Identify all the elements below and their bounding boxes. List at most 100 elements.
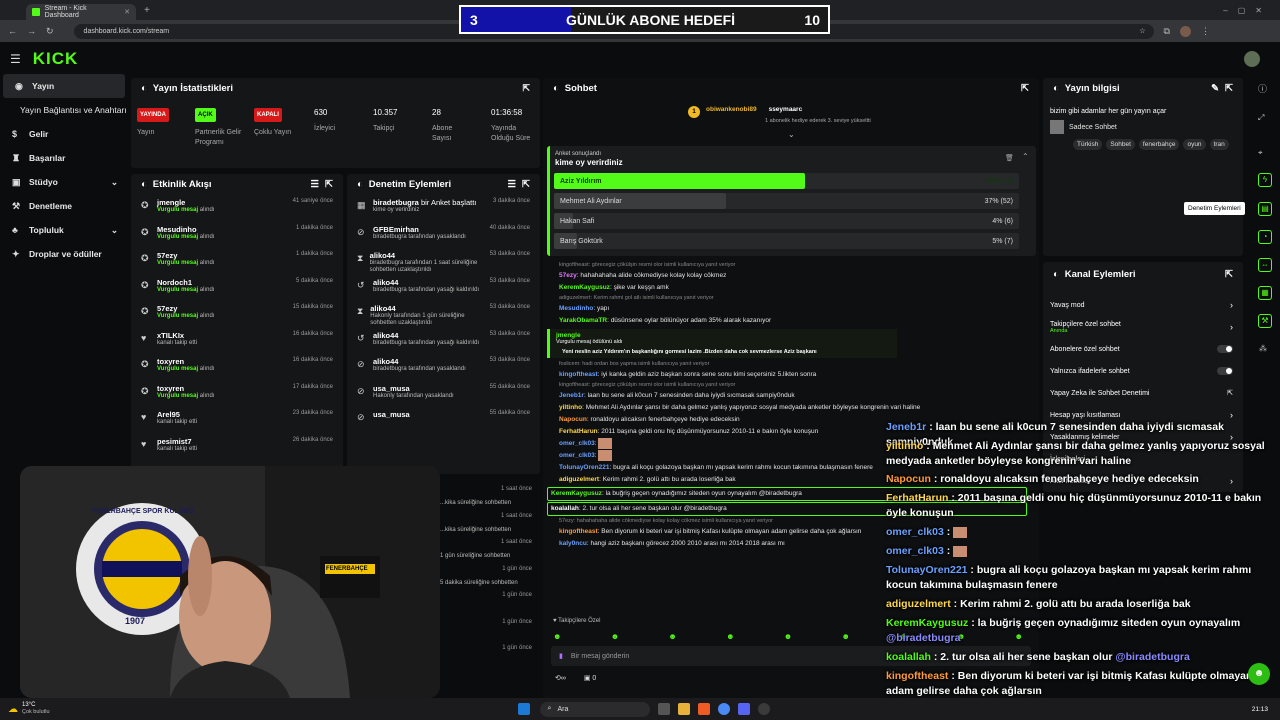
- emote-icon[interactable]: ☻: [841, 632, 849, 641]
- activity-row[interactable]: ✪ jmengle Vurgulu mesaj alındı 41 saniye ön…: [131, 198, 343, 225]
- stream-tag[interactable]: tran: [1209, 139, 1229, 150]
- activity-row[interactable]: ♥ pesimist7 kanalı takip etti 26 dakika önc…: [131, 437, 343, 464]
- moderation-row[interactable]: ⧗ aliko44 biradetbugra tarafından 1 saat s…: [347, 251, 540, 278]
- chevron-right-icon[interactable]: ›: [1230, 300, 1233, 310]
- close-tab-icon[interactable]: ✕: [124, 8, 130, 16]
- activity-row[interactable]: ♥ Arel95 kanalı takip etti 23 dakika önce: [131, 410, 343, 437]
- sidebar-item-studyo[interactable]: ▣ Stüdyo ⌄: [0, 170, 128, 194]
- popout-icon[interactable]: ⇱: [1225, 269, 1233, 280]
- sidebar-item-topluluk[interactable]: ♣ Topluluk ⌄: [0, 218, 128, 242]
- moderation-row[interactable]: ⊘ GFBEmirhan biradetbugra tarafından yasak…: [347, 225, 540, 252]
- moderation-row[interactable]: ↺ aliko44 biradetbugra tarafından yasağı k…: [347, 331, 540, 358]
- stream-tag[interactable]: Türkish: [1073, 139, 1103, 150]
- lightning-icon[interactable]: ϟ: [1258, 173, 1272, 187]
- sidebar-item-yayin[interactable]: ◉ Yayın: [3, 74, 125, 98]
- sidebar-item-droplar[interactable]: ✦ Droplar ve ödüller: [0, 242, 128, 266]
- moderation-row[interactable]: ⊘ aliko44 biradetbugra tarafından yasaklan…: [347, 357, 540, 384]
- mic-icon[interactable]: ▮: [559, 652, 563, 660]
- task-view-icon[interactable]: [657, 703, 670, 715]
- focus-icon[interactable]: ⌖: [1258, 148, 1263, 158]
- popout-icon[interactable]: ⇱: [1021, 83, 1029, 94]
- stream-tag[interactable]: oyun: [1183, 139, 1206, 150]
- toggle-switch[interactable]: [1217, 367, 1233, 375]
- chat-username[interactable]: kaly0ncu: [559, 540, 587, 547]
- chat-username[interactable]: yiltinho: [559, 404, 582, 411]
- channel-action-row[interactable]: Yapay Zeka ile Sohbet Denetimi ⇱: [1043, 382, 1243, 404]
- chevron-right-icon[interactable]: ›: [1230, 410, 1233, 420]
- filter-icon[interactable]: ☰: [508, 179, 517, 190]
- trash-icon[interactable]: 🗑: [1005, 154, 1014, 162]
- activity-row[interactable]: ♥ xTILKIx kanalı takip etti 16 dakika önce: [131, 331, 343, 358]
- emote-icon[interactable]: ☻: [784, 632, 792, 641]
- chat-username[interactable]: KeremKaygusuz: [551, 490, 602, 497]
- loop-icon[interactable]: ⟲∞: [555, 674, 566, 682]
- kick-floating-icon[interactable]: ☻: [1248, 663, 1270, 685]
- chat-username[interactable]: Mesudinho: [559, 305, 593, 312]
- channel-action-row[interactable]: Yalnızca ifadelerle sohbet: [1043, 360, 1243, 382]
- channel-action-row[interactable]: Yavaş mod ›: [1043, 294, 1243, 316]
- taskbar-search[interactable]: ⌕ Ara: [539, 701, 650, 717]
- chevron-down-icon[interactable]: ⌄: [788, 130, 795, 139]
- extensions-icon[interactable]: ⧉: [1164, 26, 1170, 37]
- forward-icon[interactable]: →: [27, 26, 36, 36]
- emote-icon[interactable]: ☻: [611, 632, 619, 641]
- chat-username[interactable]: adiguzelmert: [559, 476, 599, 483]
- sidebar-item-stream-key[interactable]: Yayın Bağlantısı ve Anahtarı: [0, 98, 128, 122]
- discord-icon[interactable]: [737, 703, 750, 715]
- emote-icon[interactable]: ☻: [668, 632, 676, 641]
- expand-icon[interactable]: ⤢: [1258, 113, 1264, 123]
- stream-tag[interactable]: fenerbahçe: [1138, 139, 1180, 150]
- wrench-icon[interactable]: ⚒: [1258, 314, 1272, 328]
- brave-icon[interactable]: [697, 703, 710, 715]
- filter-icon[interactable]: ☰: [311, 179, 320, 190]
- channel-action-row[interactable]: Abonelere özel sohbet: [1043, 338, 1243, 360]
- chat-username[interactable]: kingoftheast: [559, 528, 598, 535]
- toggle-switch[interactable]: [1217, 345, 1233, 353]
- popout-icon[interactable]: ⇱: [522, 83, 530, 94]
- moderation-row[interactable]: ⧗ aliko44 Hakonly tarafından 1 gün süreliğ…: [347, 304, 540, 331]
- user-avatar[interactable]: [1244, 51, 1260, 67]
- chat-username[interactable]: kingoftheast: [559, 371, 598, 378]
- resize-icon[interactable]: ⇔: [1258, 258, 1272, 272]
- back-icon[interactable]: ←: [8, 26, 17, 36]
- file-explorer-icon[interactable]: [677, 703, 690, 715]
- activity-row[interactable]: ✪ toxyren Vurgulu mesaj alındı 17 dakika ön…: [131, 384, 343, 411]
- hamburger-menu-icon[interactable]: ☰: [10, 52, 21, 66]
- chat-username[interactable]: jmengle: [556, 332, 897, 339]
- kick-logo[interactable]: KICK: [33, 49, 79, 69]
- chat-username[interactable]: TolunayOren221: [559, 464, 609, 471]
- window-controls[interactable]: –▢✕: [1223, 6, 1272, 15]
- chrome-icon[interactable]: [717, 703, 730, 715]
- edit-pencil-icon[interactable]: ✎: [1211, 83, 1219, 94]
- chat-bubble-icon[interactable]: ◔: [1258, 230, 1272, 244]
- apps-icon[interactable]: ⁂: [1259, 344, 1267, 353]
- weather-widget[interactable]: ☁ 13°C Çok bulutlu: [8, 702, 50, 716]
- activity-row[interactable]: ✪ Mesudinho Vurgulu mesaj alındı 1 dakika ö…: [131, 225, 343, 252]
- obs-icon[interactable]: [757, 703, 770, 715]
- info-circle-icon[interactable]: ⓘ: [1258, 82, 1267, 95]
- moderation-row[interactable]: ⊘ usa_musa Hakonly tarafından yasaklandı 55…: [347, 384, 540, 411]
- windows-start-icon[interactable]: [517, 703, 530, 715]
- activity-row[interactable]: ✪ Nordoch1 Vurgulu mesaj alındı 5 dakika ön…: [131, 278, 343, 305]
- moderation-log-icon[interactable]: ▤: [1258, 202, 1272, 216]
- chat-username[interactable]: Jeneb1r: [559, 392, 584, 399]
- chat-username[interactable]: FerhatHarun: [559, 428, 598, 435]
- layout-icon[interactable]: ▦: [1258, 286, 1272, 300]
- sidebar-item-gelir[interactable]: $ Gelir: [0, 122, 128, 146]
- reload-icon[interactable]: ↻: [46, 26, 54, 37]
- chat-username[interactable]: KeremKaygusuz: [559, 284, 610, 291]
- chevron-right-icon[interactable]: ›: [1230, 322, 1233, 332]
- new-tab-icon[interactable]: +: [144, 5, 150, 16]
- browser-menu-icon[interactable]: ⋮: [1201, 26, 1210, 37]
- chat-username[interactable]: 57ezy: [559, 272, 577, 279]
- sidebar-item-denetleme[interactable]: ⚒ Denetleme: [0, 194, 128, 218]
- chat-username[interactable]: YarakObamaTR: [559, 317, 607, 324]
- chevron-up-icon[interactable]: ⌃: [1022, 152, 1029, 161]
- moderation-row[interactable]: ⊘ usa_musa 55 dakika önce: [347, 410, 540, 437]
- emote-icon[interactable]: ☻: [553, 632, 561, 641]
- activity-row[interactable]: ✪ toxyren Vurgulu mesaj alındı 16 dakika ön…: [131, 357, 343, 384]
- chat-username[interactable]: koalallah: [551, 505, 579, 512]
- channel-action-row[interactable]: Takipçilere özel sohbet Anında ›: [1043, 316, 1243, 338]
- popout-icon[interactable]: ⇱: [522, 179, 530, 190]
- popout-icon[interactable]: ⇱: [1225, 83, 1233, 94]
